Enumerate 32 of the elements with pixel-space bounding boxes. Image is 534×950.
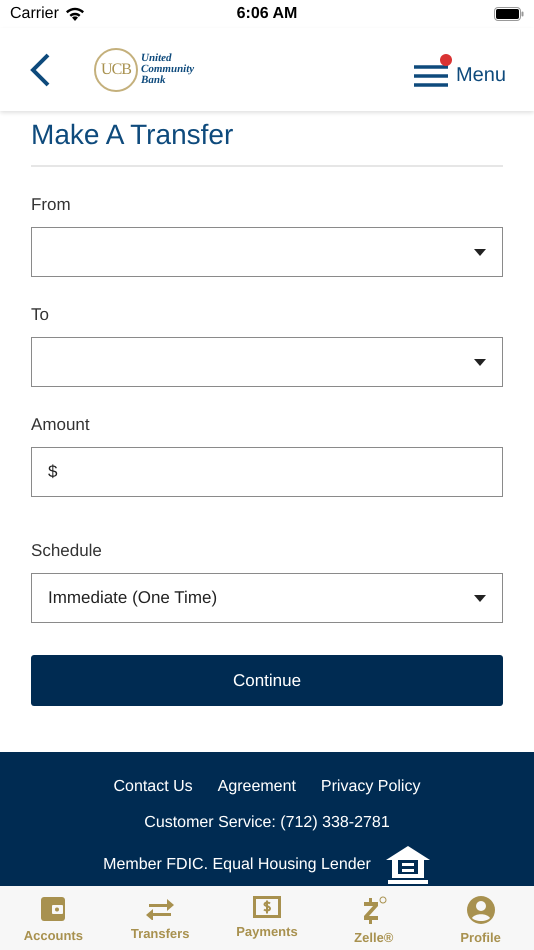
field-label: To [31,305,50,325]
transfer-arrows-icon [145,896,176,920]
carrier-label: Carrier [10,5,59,23]
continue-button[interactable]: Continue [31,655,503,706]
menu-button[interactable]: Menu [414,52,506,87]
select-field[interactable] [31,337,503,387]
logo-text: United [141,53,173,64]
dropdown-caret-icon [474,594,486,602]
wifi-icon [64,7,85,21]
field-label: From [31,195,72,215]
footer-link[interactable]: Privacy Policy [320,778,420,796]
dropdown-caret-icon [474,248,486,256]
menu-icon [414,64,448,86]
dollar-bill-icon [252,896,281,918]
wallet-icon [40,896,66,922]
logo-seal: UCB [94,48,138,92]
logo-text: Bank [141,75,166,86]
status-time: 6:06 AM [236,5,298,23]
select-field[interactable] [31,227,503,277]
dropdown-caret-icon [474,358,486,366]
customer-service-text: Customer Service: (712) 338-2781 [144,814,390,832]
page-title: Make A Transfer [31,119,503,167]
logo-text: Community [141,64,194,75]
footer-link[interactable]: Agreement [218,778,296,796]
select-field[interactable]: Immediate (One Time) [31,573,503,623]
field-label: Schedule [31,541,103,561]
battery-icon [494,7,524,21]
footer-link[interactable]: Contact Us [114,778,193,796]
field-label: Amount [31,415,91,435]
profile-icon [466,896,495,924]
amount-field[interactable]: $ [31,447,503,497]
member-fdic-text: Member FDIC. Equal Housing Lender [103,856,371,874]
